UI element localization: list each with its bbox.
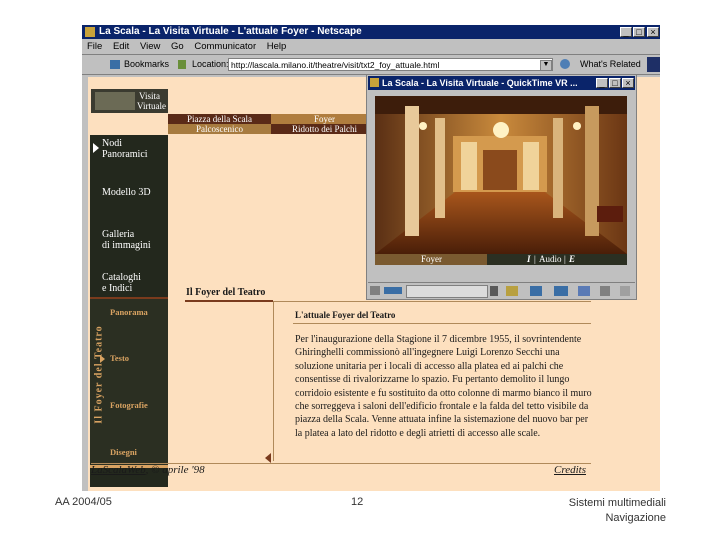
logo-emblem (95, 92, 135, 110)
article-title-rule (293, 323, 591, 324)
info-icon[interactable] (600, 286, 610, 296)
nav-label: Cataloghi (102, 272, 141, 283)
logo-text-visita: Visita (139, 91, 160, 101)
article-text: Per l'inaugurazione della Stagione il 7 … (295, 334, 592, 439)
close-button[interactable]: × (647, 27, 659, 37)
caption-e-button[interactable]: E (569, 254, 575, 265)
show-hotspots-icon[interactable] (578, 286, 590, 296)
whats-related-icon (560, 59, 570, 69)
tab-foyer[interactable]: Foyer (271, 114, 378, 124)
location-icon (178, 60, 186, 69)
menu-separator (82, 54, 660, 55)
browser-title-bar[interactable]: La Scala - La Visita Virtuale - L'attual… (82, 25, 660, 39)
status-field (406, 285, 488, 298)
lascalaweb-link[interactable]: LaScalaWeb (91, 464, 146, 476)
caption-foyer: Foyer (421, 254, 442, 264)
nav-item-galleria-di-immagini[interactable]: Galleria di immagini (102, 229, 151, 251)
zoom-slider-icon[interactable] (384, 287, 402, 294)
caption-i-button[interactable]: I (527, 254, 531, 265)
nav-label: Nodi (102, 138, 122, 149)
site-logo[interactable]: Visita Virtuale (91, 89, 168, 113)
nav-label: Galleria (102, 229, 135, 240)
menu-bar: File Edit View Go Communicator Help (82, 40, 660, 54)
location-toolbar: Bookmarks Location: http://lascala.milan… (82, 56, 660, 73)
article-title: L'attuale Foyer del Teatro (295, 310, 396, 320)
nav-label: Modello 3D (102, 187, 151, 198)
speaker-icon[interactable] (370, 286, 380, 295)
quicktime-title-bar[interactable]: La Scala - La Visita Virtuale - QuickTim… (368, 76, 635, 90)
caption-separator: | (534, 254, 536, 264)
slide-course-title: Sistemi multimediali Navigazione (540, 496, 666, 526)
caption-audio-button[interactable]: Audio (539, 254, 562, 265)
nav-label: Panoramici (102, 149, 148, 160)
menu-edit[interactable]: Edit (113, 41, 129, 52)
section-subnav: Panorama Testo Fotografie Disegni Il Foy… (90, 299, 168, 465)
nav-arrow-icon (93, 143, 99, 153)
quicktime-controller (368, 282, 635, 299)
logo-text-virtuale: Virtuale (137, 101, 166, 111)
location-label: Location: (192, 59, 229, 69)
subnav-item-disegni[interactable]: Disegni (110, 447, 137, 457)
scroll-left-arrow-icon[interactable] (265, 453, 271, 463)
foyer-panorama-image (375, 96, 627, 254)
menu-view[interactable]: View (140, 41, 160, 52)
resize-grip-icon[interactable] (620, 286, 630, 296)
zoom-out-icon[interactable] (530, 286, 542, 296)
quicktime-app-icon (370, 78, 379, 87)
section-vertical-label: Il Foyer del Teatro (93, 325, 105, 424)
slide-course-year: AA 2004/05 (55, 496, 112, 508)
slide-topic: Navigazione (605, 512, 666, 524)
qt-close-button[interactable]: × (622, 78, 634, 88)
url-dropdown-icon[interactable]: ▼ (540, 60, 552, 71)
bookmarks-icon (110, 60, 120, 69)
panorama-caption-bar: Foyer I | Audio | E (375, 254, 627, 265)
credits-link[interactable]: Credits (554, 464, 586, 476)
subnav-item-fotografie[interactable]: Fotografie (110, 400, 148, 410)
nav-item-cataloghi-e-indici[interactable]: Cataloghi e Indici (102, 272, 141, 294)
netscape-icon (85, 27, 95, 37)
window-title: La Scala - La Visita Virtuale - L'attual… (99, 26, 362, 37)
menu-help[interactable]: Help (267, 41, 287, 52)
menu-go[interactable]: Go (171, 41, 184, 52)
nav-item-nodi-panoramici[interactable]: Nodi Panoramici (102, 138, 148, 160)
section-title-rule (273, 301, 591, 302)
footer-date: , © aprile '98 (145, 464, 205, 476)
tab-ridotto-dei-palchi[interactable]: Ridotto dei Palchi (271, 124, 378, 134)
quicktime-window: La Scala - La Visita Virtuale - QuickTim… (366, 74, 637, 300)
subnav-item-testo[interactable]: Testo (110, 353, 129, 363)
caption-separator: | (564, 254, 566, 264)
section-title: Il Foyer del Teatro (186, 287, 266, 298)
url-input[interactable]: http://lascala.milano.it/theatre/visit/t… (228, 58, 553, 71)
minimize-button[interactable]: _ (620, 27, 632, 37)
footer-rule (91, 463, 591, 464)
slide-page-number: 12 (351, 496, 364, 508)
qt-maximize-button[interactable]: □ (609, 78, 621, 88)
site-footer: LaScalaWeb, © aprile '98 (91, 464, 205, 476)
nav-item-modello-3d[interactable]: Modello 3D (102, 187, 151, 198)
nav-label: di immagini (102, 240, 151, 251)
panorama-viewport[interactable] (375, 96, 627, 254)
menu-file[interactable]: File (87, 41, 102, 52)
nav-label: e Indici (102, 283, 133, 294)
tab-palcoscenico[interactable]: Palcoscenico (168, 124, 271, 134)
slide-course-name: Sistemi multimediali (568, 497, 666, 509)
zoom-in-icon[interactable] (506, 286, 518, 296)
quicktime-title: La Scala - La Visita Virtuale - QuickTim… (382, 78, 578, 88)
back-icon[interactable] (554, 286, 568, 296)
hotspot-icon[interactable] (490, 286, 498, 296)
maximize-button[interactable]: □ (633, 27, 645, 37)
qt-minimize-button[interactable]: _ (596, 78, 608, 88)
bookmarks-button[interactable]: Bookmarks (124, 56, 169, 73)
netscape-throbber-icon (647, 57, 660, 72)
menu-communicator[interactable]: Communicator (194, 41, 256, 52)
tab-piazza-della-scala[interactable]: Piazza della Scala (168, 114, 271, 124)
subnav-item-panorama[interactable]: Panorama (110, 307, 148, 317)
section-title-underline (185, 300, 273, 302)
whats-related-button[interactable]: What's Related (580, 56, 641, 73)
section-vertical-rule (273, 301, 274, 461)
